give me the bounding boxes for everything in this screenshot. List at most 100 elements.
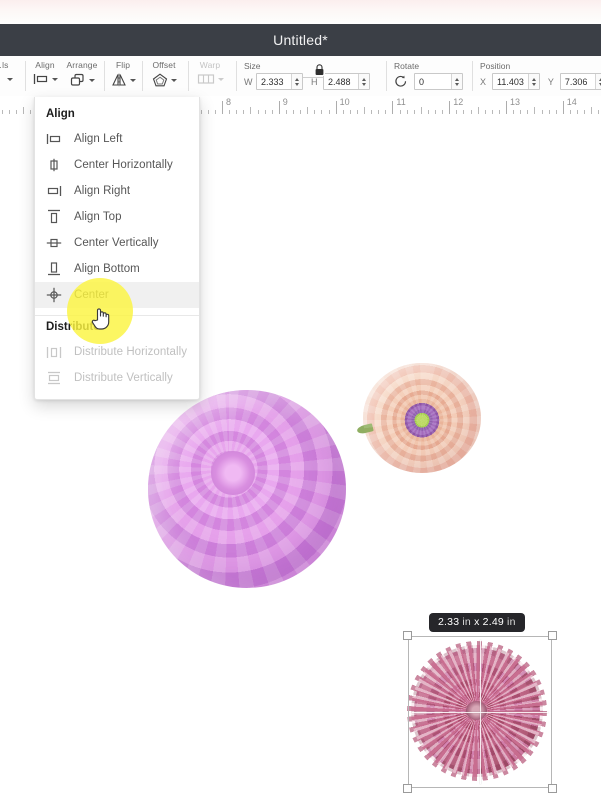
- toolbar-align-control[interactable]: [28, 73, 62, 85]
- toolbar-group-align[interactable]: Align: [28, 56, 62, 96]
- toolbar-group-warp: Warp: [190, 56, 230, 96]
- position-y-stepper[interactable]: [594, 74, 601, 89]
- size-tooltip: 2.33 in x 2.49 in: [429, 613, 525, 632]
- peach-dahlia-image[interactable]: [356, 363, 481, 473]
- selection-handle-bottom-left[interactable]: [403, 784, 412, 793]
- height-input[interactable]: 2.488: [323, 73, 370, 90]
- toolbar-group-partial[interactable]: …ls: [0, 56, 16, 96]
- selection-handle-bottom-right[interactable]: [548, 784, 557, 793]
- menu-item-center[interactable]: Center: [35, 282, 199, 308]
- toolbar-group-arrange[interactable]: Arrange: [62, 56, 102, 96]
- rotate-fields: 0: [394, 73, 463, 90]
- rotate-input[interactable]: 0: [414, 73, 463, 90]
- distribute-vertical-icon: [46, 370, 62, 386]
- rotate-stepper[interactable]: [451, 74, 462, 89]
- window-title: Untitled*: [273, 32, 328, 48]
- ruler-tick-minor: [591, 107, 593, 114]
- toolbar-group-partial-control[interactable]: [0, 73, 16, 86]
- rotate-value: 0: [419, 76, 425, 87]
- ruler-tick-major: [506, 101, 507, 114]
- selection-box[interactable]: [403, 631, 557, 793]
- align-left-icon: [46, 131, 62, 147]
- position-group: Position X 11.403 Y 7.306: [480, 56, 601, 96]
- position-x-value: 11.403: [497, 76, 524, 87]
- menu-section-title-align: Align: [46, 108, 75, 120]
- width-value: 2.333: [261, 76, 284, 87]
- menu-item-label: Align Bottom: [74, 263, 140, 275]
- ruler-label: 12: [453, 97, 464, 107]
- align-dropdown-menu[interactable]: Align Align Left Center Horizontally Ali…: [34, 97, 200, 400]
- center-vertical-icon: [46, 235, 62, 251]
- aspect-lock[interactable]: [293, 64, 335, 78]
- menu-item-label: Center: [74, 289, 109, 301]
- tooltip-height: 2.49: [482, 616, 504, 628]
- toolbar-divider: [472, 61, 473, 91]
- toolbar-divider: [142, 61, 143, 91]
- toolbar-offset-control[interactable]: [144, 73, 184, 87]
- position-x-label: X: [480, 76, 487, 87]
- ruler-tick-major: [449, 101, 451, 114]
- width-label: W: [244, 76, 253, 87]
- position-y-input[interactable]: 7.306: [559, 73, 601, 90]
- menu-item-distribute-vertically: Distribute Vertically: [35, 365, 199, 391]
- toolbar-flip-control[interactable]: [106, 73, 140, 87]
- ruler-tick-minor: [307, 107, 309, 114]
- toolbar-group-flip[interactable]: Flip: [106, 56, 140, 96]
- ruler-tick-major: [278, 101, 280, 114]
- position-y-value: 7.306: [564, 76, 588, 87]
- menu-item-align-bottom[interactable]: Align Bottom: [35, 256, 199, 282]
- ruler-label: 8: [226, 97, 232, 107]
- chevron-down-icon: [170, 78, 177, 82]
- toolbar-offset-label: Offset: [152, 60, 176, 70]
- menu-item-align-left[interactable]: Align Left: [35, 126, 199, 152]
- align-top-icon: [46, 209, 62, 225]
- purple-dahlia-image[interactable]: [148, 390, 346, 588]
- ruler-tick-major: [222, 101, 223, 114]
- chevron-down-icon: [88, 78, 95, 82]
- purple-dahlia-center: [211, 451, 255, 495]
- toolbar-arrange-control[interactable]: [62, 73, 102, 87]
- width-stepper[interactable]: [291, 74, 302, 89]
- ruler-tick-major: [562, 101, 564, 114]
- toolbar: …ls Align Arrange: [0, 56, 601, 97]
- arrange-icon: [70, 73, 84, 86]
- menu-item-center-horizontally[interactable]: Center Horizontally: [35, 152, 199, 178]
- ruler-tick-major: [392, 101, 394, 114]
- selection-center-guide-horizontal: [412, 712, 548, 713]
- position-x-stepper[interactable]: [527, 74, 539, 89]
- toolbar-align-label: Align: [35, 60, 55, 70]
- menu-item-label: Distribute Horizontally: [74, 346, 187, 358]
- menu-item-center-vertically[interactable]: Center Vertically: [35, 230, 199, 256]
- ruler-label: 13: [510, 97, 521, 107]
- selection-handle-top-right[interactable]: [548, 631, 557, 640]
- ruler-tick-minor: [477, 107, 479, 114]
- toolbar-arrange-label: Arrange: [66, 60, 98, 70]
- ruler-tick-minor: [534, 107, 536, 114]
- toolbar-group-offset[interactable]: Offset: [144, 56, 184, 96]
- width-input[interactable]: 2.333: [256, 73, 303, 90]
- height-label: H: [311, 76, 318, 87]
- selection-handle-top-left[interactable]: [403, 631, 412, 640]
- menu-item-label: Align Right: [74, 185, 131, 197]
- toolbar-warp-label: Warp: [199, 60, 221, 70]
- menu-section-title-distribute: Distribute: [46, 321, 100, 333]
- menu-item-label: Align Left: [74, 133, 123, 145]
- align-right-icon: [46, 183, 62, 199]
- ruler-label: 9: [282, 97, 288, 107]
- flip-icon: [111, 73, 126, 87]
- toolbar-flip-label: Flip: [115, 60, 131, 70]
- rotate-icon[interactable]: [394, 75, 408, 88]
- chevron-down-icon: [217, 77, 224, 81]
- hand-cursor-icon: [91, 308, 110, 330]
- position-x-input[interactable]: 11.403: [492, 73, 540, 90]
- height-stepper[interactable]: [358, 74, 369, 89]
- menu-item-align-top[interactable]: Align Top: [35, 204, 199, 230]
- menu-item-label: Center Horizontally: [74, 159, 173, 171]
- menu-item-distribute-horizontally: Distribute Horizontally: [35, 339, 199, 365]
- partial-tool-icon: [0, 73, 4, 86]
- menu-item-label: Center Vertically: [74, 237, 159, 249]
- lock-icon: [314, 64, 325, 76]
- distribute-horizontal-icon: [46, 344, 62, 360]
- menu-item-align-right[interactable]: Align Right: [35, 178, 199, 204]
- size-fields: W 2.333 H 2.488: [244, 73, 370, 90]
